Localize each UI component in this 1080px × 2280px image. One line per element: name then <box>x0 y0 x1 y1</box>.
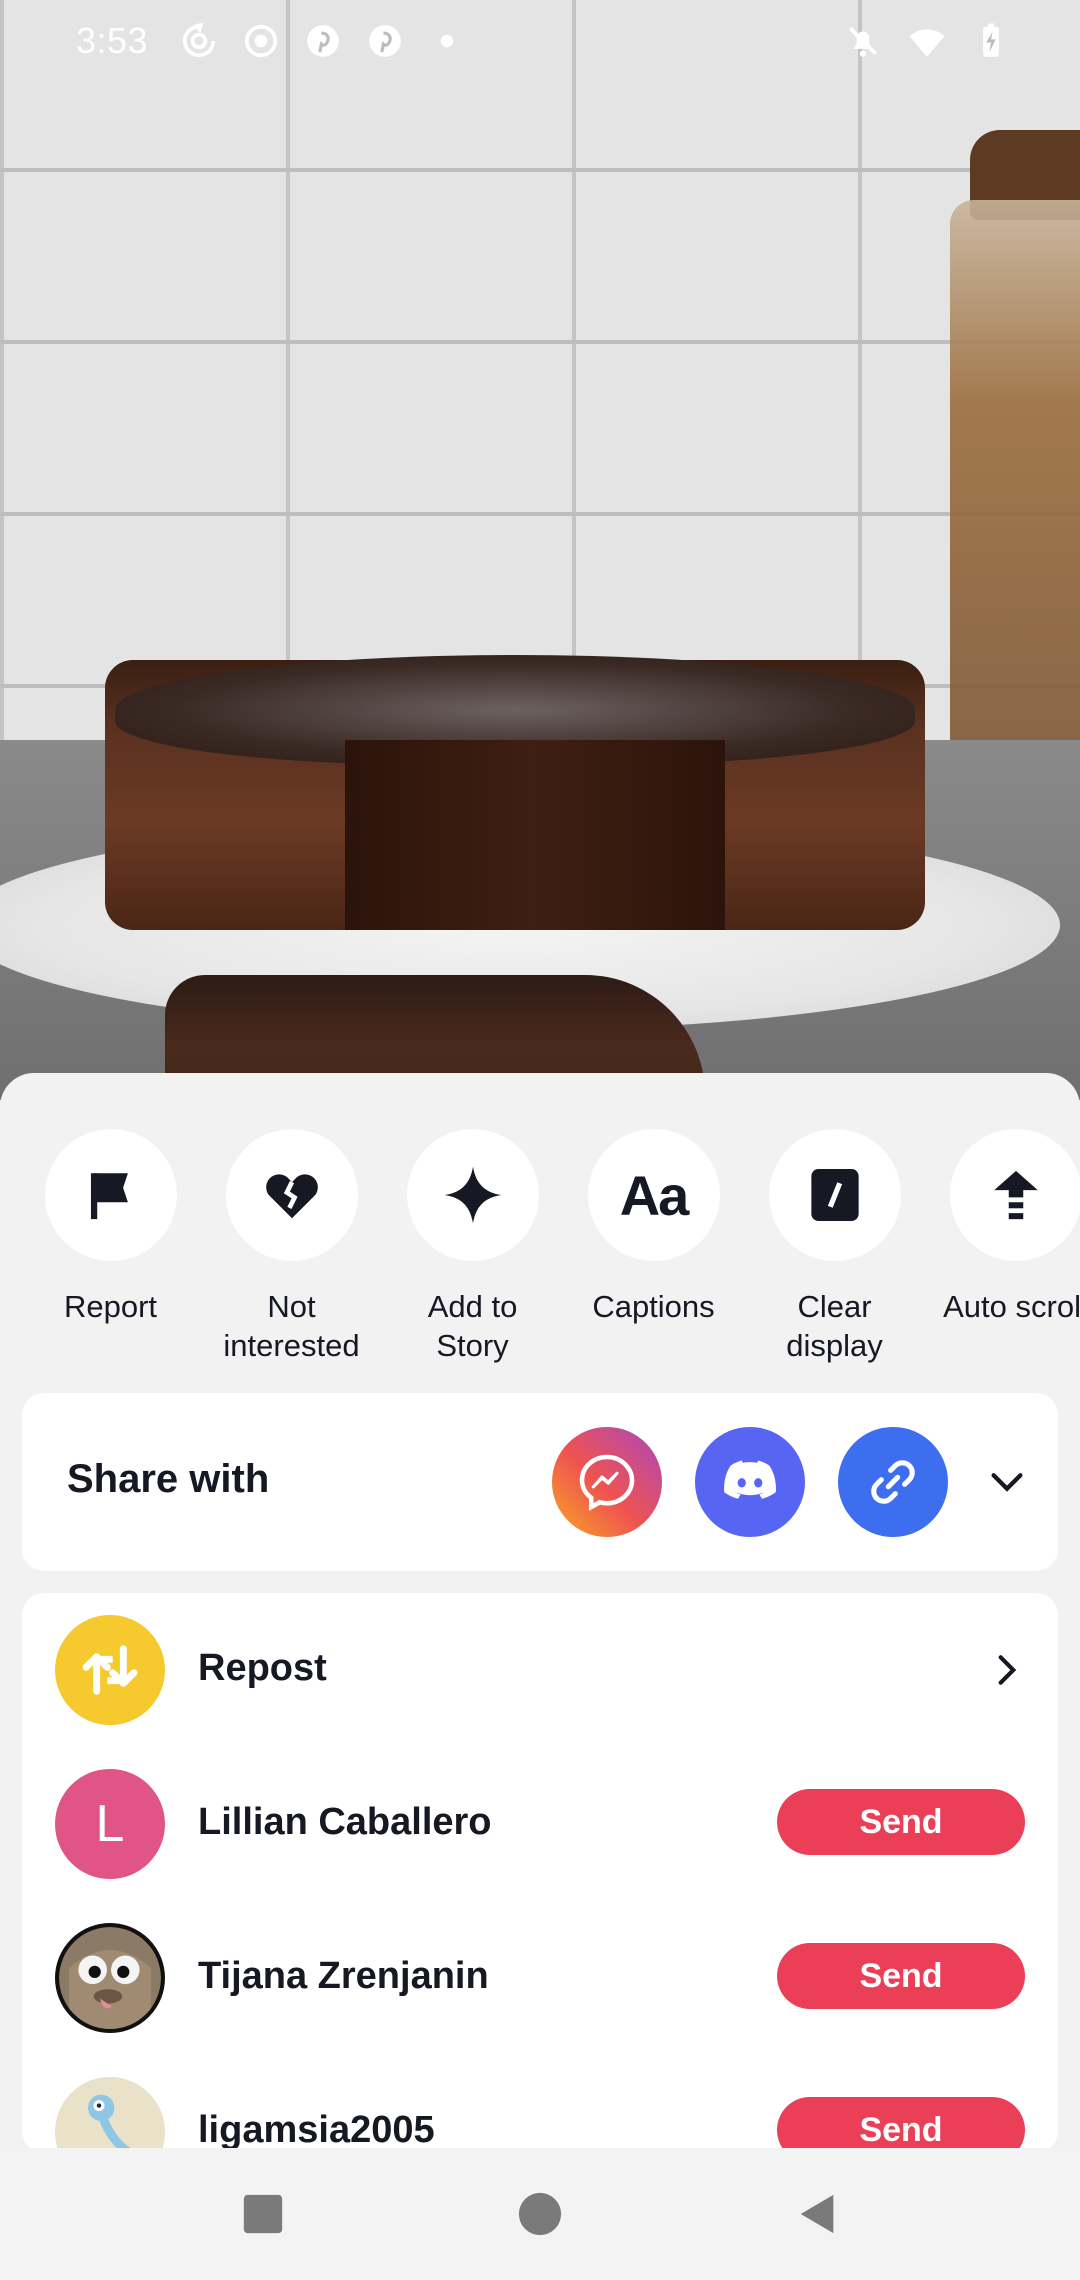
cartoon-avatar-image <box>55 2077 165 2148</box>
clear-display-label: Clear display <box>786 1289 883 1363</box>
contact-row[interactable]: ligamsia2005 Send <box>22 2055 1058 2148</box>
sync-icon <box>182 22 216 58</box>
share-card: Share with <box>22 1393 1058 1571</box>
messenger-share-button[interactable] <box>552 1427 662 1537</box>
not-interested-button[interactable] <box>225 1129 358 1261</box>
cake-cut <box>345 740 725 930</box>
wifi-icon <box>909 29 945 57</box>
avatar: L <box>55 1769 165 1879</box>
contact-name: ligamsia2005 <box>198 2109 435 2148</box>
captions-action[interactable]: Aa Captions <box>563 1129 744 1429</box>
not-interested-label: Not interested <box>223 1289 360 1363</box>
send-button[interactable]: Send <box>777 1789 1025 1855</box>
repost-label: Repost <box>198 1647 327 1689</box>
avatar-initial: L <box>95 1795 125 1853</box>
report-action[interactable]: Report <box>20 1129 201 1429</box>
battery-charging-icon <box>983 23 999 57</box>
auto-scroll-icon <box>993 1170 1038 1220</box>
dot-icon <box>440 34 454 48</box>
add-to-story-action[interactable]: Add to Story <box>382 1129 563 1429</box>
share-title: Share with <box>67 1457 270 1501</box>
send-button[interactable]: Send <box>777 2097 1025 2148</box>
back-button[interactable] <box>790 2186 846 2242</box>
repost-icon <box>82 1645 138 1695</box>
clear-display-action[interactable]: Clear display <box>744 1129 925 1429</box>
share-expand-button[interactable] <box>982 1457 1032 1507</box>
captions-label: Captions <box>592 1289 715 1324</box>
repost-row[interactable]: Repost <box>22 1593 1058 1747</box>
share-sheet: Report Not interested Add to Story Aa Ca… <box>0 1073 1080 2148</box>
cat-avatar-image <box>59 1927 161 2029</box>
messenger-icon <box>579 1454 635 1511</box>
avatar <box>55 1923 165 2033</box>
chevron-down-icon <box>991 1473 1023 1492</box>
status-bar: 3:53 <box>0 0 1080 86</box>
contact-row[interactable]: L Lillian Caballero Send <box>22 1747 1058 1901</box>
jar <box>950 200 1080 780</box>
pinterest-icon <box>369 25 401 57</box>
report-button[interactable] <box>44 1129 177 1261</box>
video-frame <box>0 0 1080 1100</box>
discord-share-button[interactable] <box>695 1427 805 1537</box>
report-label: Report <box>63 1289 158 1324</box>
broken-heart-icon <box>265 1174 318 1219</box>
home-button[interactable] <box>512 2186 568 2242</box>
clear-display-icon <box>810 1169 859 1221</box>
captions-icon: Aa <box>619 1163 690 1227</box>
status-time: 3:53 <box>76 20 149 61</box>
auto-scroll-action[interactable]: Auto scroll <box>925 1129 1080 1429</box>
navigation-bar <box>0 2148 1080 2280</box>
copy-link-share-button[interactable] <box>838 1427 948 1537</box>
notifications-off-icon <box>848 26 878 57</box>
record-icon <box>244 24 278 58</box>
recents-square-icon <box>243 2194 283 2234</box>
tile-wall <box>0 0 1080 760</box>
discord-icon <box>724 1460 776 1499</box>
sparkle-icon <box>444 1166 501 1224</box>
contact-name: Lillian Caballero <box>198 1801 492 1843</box>
repost-chevron[interactable] <box>982 1645 1032 1695</box>
not-interested-action[interactable]: Not interested <box>201 1129 382 1429</box>
status-icons-left <box>180 22 466 60</box>
clear-display-button[interactable] <box>768 1129 901 1261</box>
add-to-story-label: Add to Story <box>427 1289 518 1363</box>
auto-scroll-label: Auto scroll <box>943 1289 1080 1324</box>
pinterest-icon <box>307 25 339 57</box>
contact-name: Tijana Zrenjanin <box>198 1955 489 1997</box>
add-to-story-button[interactable] <box>406 1129 539 1261</box>
flag-icon <box>90 1173 128 1220</box>
repost-avatar <box>55 1615 165 1725</box>
contacts-card: Repost L Lillian Caballero Send Tijana Z… <box>22 1593 1058 2148</box>
auto-scroll-button[interactable] <box>949 1129 1080 1261</box>
contact-row[interactable]: Tijana Zrenjanin Send <box>22 1901 1058 2055</box>
send-button[interactable]: Send <box>777 1943 1025 2009</box>
copy-link-icon <box>871 1460 915 1504</box>
captions-button[interactable]: Aa <box>587 1129 720 1261</box>
status-icons-right <box>844 22 1010 60</box>
actions-row: Report Not interested Add to Story Aa Ca… <box>0 1129 1080 1429</box>
recents-button[interactable] <box>235 2186 291 2242</box>
chevron-right-icon <box>998 1655 1017 1685</box>
back-triangle-icon <box>800 2194 834 2234</box>
home-circle-icon <box>518 2192 562 2236</box>
avatar <box>55 2077 165 2148</box>
